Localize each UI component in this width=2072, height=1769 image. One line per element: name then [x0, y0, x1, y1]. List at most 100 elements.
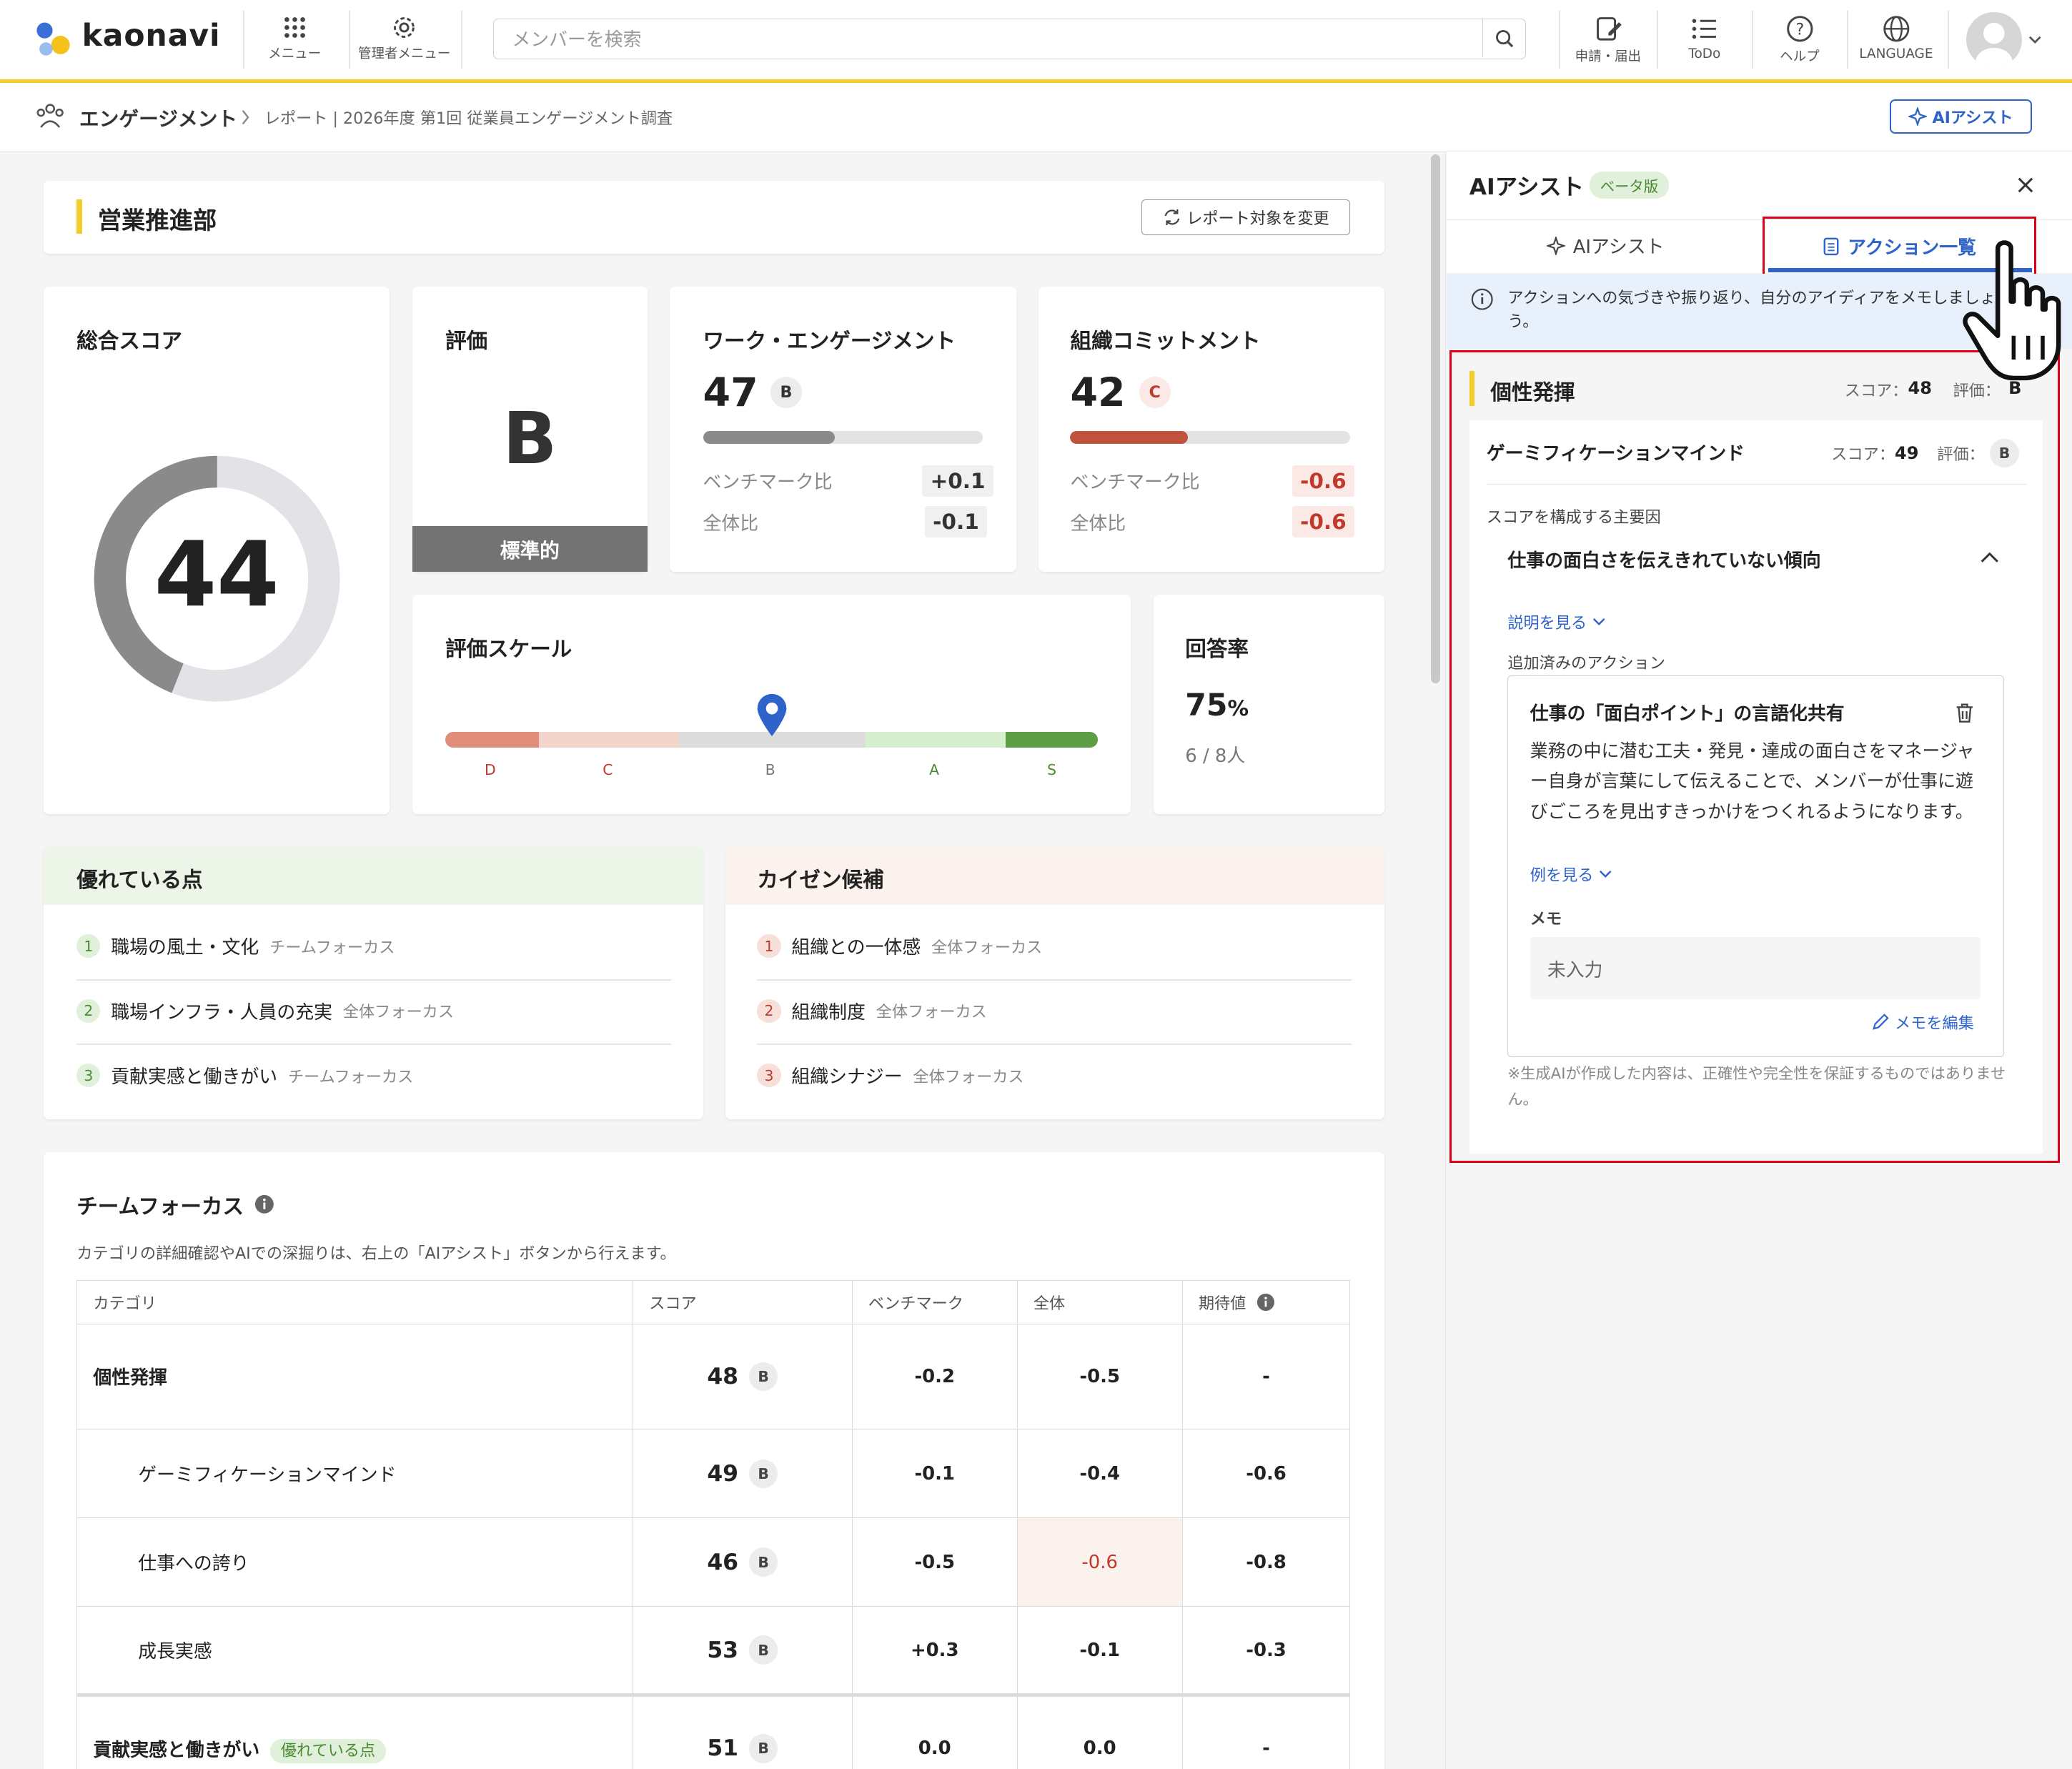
table-row[interactable]: 貢献実感と働きがい 優れている点 51 B 0.0 0.0 -: [76, 1694, 1351, 1769]
focus-tag: チームフォーカス: [287, 1067, 414, 1086]
chevron-down-icon: [1599, 870, 1612, 878]
info-icon[interactable]: [1256, 1293, 1275, 1312]
kaonavi-logo-text[interactable]: kaonavi: [82, 19, 221, 54]
todo-list-icon: [1692, 19, 1717, 39]
search-input[interactable]: [509, 23, 1440, 56]
pointer-hand-cursor-icon: [1963, 240, 2061, 380]
tab-ai-assist[interactable]: AIアシスト: [1447, 219, 1764, 272]
focus-tag: 全体フォーカス: [931, 938, 1043, 957]
work-engagement-bar-fill: [703, 430, 835, 445]
focus-tag: 全体フォーカス: [876, 1003, 987, 1022]
table-row[interactable]: 成長実感 53 B +0.3 -0.1 -0.3: [76, 1606, 1351, 1695]
expected-cell: -: [1181, 1323, 1351, 1430]
divider: [1486, 483, 2027, 485]
divider: [76, 1044, 672, 1046]
score-cell: 46 B: [633, 1517, 853, 1607]
org-commitment-score: 42: [1070, 370, 1126, 416]
category-cell: 個性発揮: [76, 1323, 634, 1430]
user-avatar-icon: [1975, 22, 2013, 68]
todo-button[interactable]: ToDo: [1662, 11, 1747, 71]
category-cell: 貢献実感と働きがい 優れている点: [76, 1694, 634, 1769]
scrollbar-thumb[interactable]: [1431, 154, 1441, 683]
ai-panel-title: AIアシスト: [1469, 174, 1585, 200]
score-label: スコア：: [1831, 445, 1895, 465]
document-icon: [1823, 237, 1839, 256]
table-row[interactable]: 仕事への誇り 46 B -0.5 -0.6 -0.8: [76, 1517, 1351, 1607]
evaluation-label: 標準的: [412, 525, 648, 573]
memo-field[interactable]: 未入力: [1530, 936, 1981, 999]
strength-item[interactable]: 1 職場の風土・文化 チームフォーカス: [76, 933, 395, 959]
header-divider: [1847, 10, 1849, 69]
language-button[interactable]: LANGUAGE: [1850, 11, 1942, 71]
scale-label-s: S: [1047, 760, 1057, 778]
info-icon[interactable]: [254, 1194, 274, 1214]
kaizen-name: 組織シナジー: [791, 1066, 903, 1089]
header-divider: [1947, 10, 1949, 69]
team-focus-table: カテゴリ スコア ベンチマーク 全体 期待値 個性発揮 48 B -0.2 -0.…: [76, 1280, 1351, 1769]
engagement-icon: [36, 103, 64, 128]
response-count: 6 / 8人: [1185, 745, 1246, 768]
help-button[interactable]: ? ヘルプ: [1758, 11, 1842, 71]
change-report-target-button[interactable]: レポート対象を変更: [1141, 199, 1351, 236]
column-header: カテゴリ: [76, 1280, 634, 1324]
score-cell: 48 B: [633, 1323, 853, 1430]
rank-badge: 3: [757, 1064, 781, 1088]
kaizen-item[interactable]: 1 組織との一体感 全体フォーカス: [757, 933, 1042, 959]
breadcrumb-section[interactable]: エンゲージメント: [79, 103, 237, 132]
close-icon[interactable]: [2016, 176, 2035, 194]
column-header: 期待値: [1181, 1280, 1351, 1324]
admin-menu-button[interactable]: 管理者メニュー: [354, 11, 455, 71]
work-engagement-bar: [703, 430, 983, 445]
menu-label: メニュー: [268, 46, 322, 61]
grade-badge: B: [748, 1635, 778, 1665]
scale-segment-d: [445, 732, 540, 748]
factor-title[interactable]: 仕事の面白さを伝えきれていない傾向: [1507, 546, 1820, 573]
expected-cell: -0.8: [1181, 1517, 1351, 1607]
work-engagement-title: ワーク・エンゲージメント: [703, 328, 956, 353]
divider: [757, 978, 1352, 981]
category-name: 貢献実感と働きがい: [93, 1739, 260, 1761]
org-commitment-benchmark: -0.6: [1292, 465, 1354, 497]
kaizen-item[interactable]: 2 組織制度 全体フォーカス: [757, 998, 987, 1024]
score-value: 49: [707, 1460, 739, 1487]
search-button[interactable]: [1482, 19, 1525, 58]
department-accent: [76, 199, 82, 234]
menu-button[interactable]: メニュー: [262, 11, 327, 71]
swap-icon: [1164, 209, 1180, 226]
chevron-up-icon[interactable]: [1979, 551, 2001, 564]
header-divider: [1657, 10, 1659, 69]
application-button[interactable]: 申請・届出: [1563, 11, 1653, 71]
info-message-text: アクションへの気づきや振り返り、自分のアイディアをメモしましょう。: [1507, 289, 1996, 332]
scale-label-a: A: [929, 760, 939, 778]
category-cell: 仕事への誇り: [76, 1517, 634, 1607]
work-engagement-grade: B: [770, 376, 803, 409]
evaluation-title: 評価: [445, 328, 488, 353]
ai-assist-button[interactable]: AIアシスト: [1889, 99, 2033, 134]
strength-item[interactable]: 2 職場インフラ・人員の充実 全体フォーカス: [76, 998, 454, 1024]
strengths-title: 優れている点: [76, 868, 203, 893]
kaonavi-logo-icon[interactable]: [31, 19, 74, 61]
trash-icon[interactable]: [1954, 702, 1976, 724]
edit-memo-button[interactable]: メモを編集: [1871, 1011, 1974, 1034]
score-value: 46: [707, 1549, 739, 1575]
category-cell: 成長実感: [76, 1606, 634, 1695]
column-header: 全体: [1016, 1280, 1183, 1324]
table-header-row: カテゴリ スコア ベンチマーク 全体 期待値: [76, 1280, 1351, 1324]
focus-tag: チームフォーカス: [269, 938, 395, 957]
overall-score-title: 総合スコア: [76, 328, 183, 353]
table-row[interactable]: 個性発揮 48 B -0.2 -0.5 -: [76, 1323, 1351, 1430]
strength-item[interactable]: 3 貢献実感と働きがい チームフォーカス: [76, 1062, 413, 1089]
explain-link[interactable]: 説明を見る: [1507, 610, 1605, 633]
kaizen-name: 組織との一体感: [791, 937, 921, 959]
chevron-down-icon[interactable]: [2028, 34, 2041, 45]
benchmark-label: ベンチマーク比: [703, 472, 833, 494]
evaluation-grade: B: [502, 396, 557, 480]
kaizen-item[interactable]: 3 組織シナジー 全体フォーカス: [757, 1062, 1024, 1089]
application-icon: [1596, 17, 1622, 41]
category-name: 個性発揮: [1490, 380, 1575, 405]
avatar[interactable]: [1966, 11, 2022, 68]
table-row[interactable]: ゲーミフィケーションマインド 49 B -0.1 -0.4 -0.6: [76, 1429, 1351, 1519]
org-commitment-bar-fill: [1070, 430, 1189, 445]
work-engagement-score: 47: [703, 370, 758, 416]
example-link[interactable]: 例を見る: [1530, 863, 1612, 886]
